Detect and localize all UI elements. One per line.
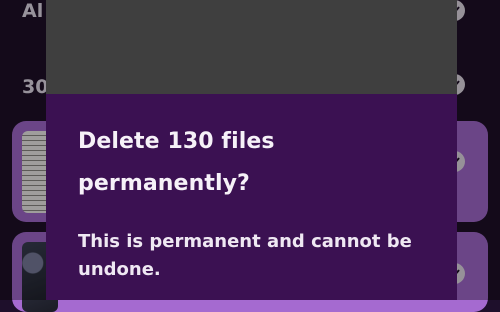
dialog-title: Delete 130 files permanently?	[78, 129, 275, 196]
dialog-preview-area	[46, 0, 457, 94]
delete-confirmation-dialog: Delete 130 files permanently? This is pe…	[46, 0, 457, 300]
dialog-message: This is permanent and cannot be undone.	[78, 231, 412, 280]
